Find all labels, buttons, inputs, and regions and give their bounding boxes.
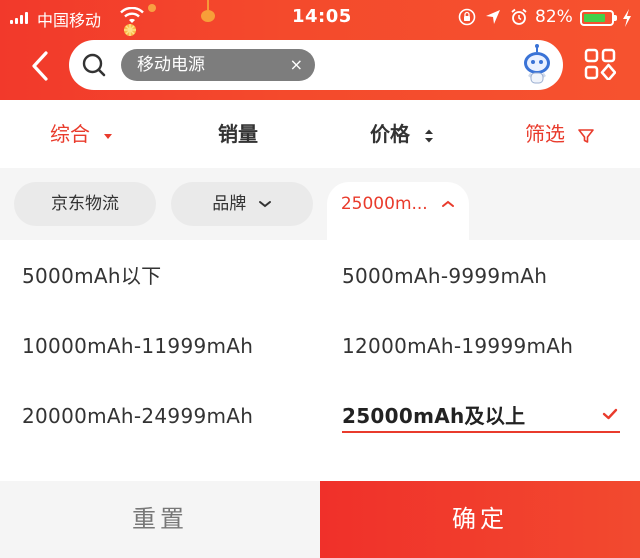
sort-updown-icon xyxy=(424,129,433,142)
sort-price-label: 价格 xyxy=(370,122,410,146)
chevron-down-icon xyxy=(258,201,271,208)
filter-chip-row: 京东物流 品牌 25000m... xyxy=(0,168,640,240)
confirm-button[interactable]: 确定 xyxy=(320,481,640,558)
chip-capacity[interactable]: 25000m... xyxy=(327,182,469,240)
chip-jd-logistics-label: 京东物流 xyxy=(51,194,119,214)
sort-comprehensive[interactable]: 综合 xyxy=(50,120,114,148)
signal-icon xyxy=(10,12,32,24)
festive-decoration-icon xyxy=(124,4,156,36)
checkmark-icon xyxy=(602,408,618,420)
sort-bar: 综合 销量 价格 筛选 xyxy=(0,100,640,168)
chip-brand-label: 品牌 xyxy=(212,194,247,214)
app-header: 中国移动 14:05 82% 移动电源 × xyxy=(0,0,640,100)
lantern-decoration-icon xyxy=(201,0,215,22)
status-icons xyxy=(458,7,528,27)
location-icon xyxy=(486,10,500,24)
back-arrow-icon[interactable] xyxy=(26,50,56,82)
funnel-icon xyxy=(578,128,595,143)
status-bar: 中国移动 14:05 82% xyxy=(0,0,640,34)
selected-option-underline xyxy=(342,431,620,433)
alarm-icon xyxy=(511,8,527,25)
grid-menu-icon[interactable] xyxy=(584,48,616,80)
clear-keyword-button[interactable]: × xyxy=(290,49,303,81)
filter-label: 筛选 xyxy=(525,122,565,146)
orientation-lock-icon xyxy=(458,8,476,26)
option-10000-11999[interactable]: 10000mAh-11999mAh xyxy=(22,331,253,361)
chevron-up-icon xyxy=(442,200,455,207)
chip-jd-logistics[interactable]: 京东物流 xyxy=(14,182,156,226)
carrier-name: 中国移动 xyxy=(37,11,102,30)
battery-percentage: 82% xyxy=(535,7,573,27)
sort-sales-label: 销量 xyxy=(218,122,258,146)
reset-button[interactable]: 重置 xyxy=(0,481,320,558)
search-bar[interactable]: 移动电源 × xyxy=(69,40,563,90)
search-keyword-chip[interactable]: 移动电源 × xyxy=(121,49,315,81)
search-keyword: 移动电源 xyxy=(137,55,205,75)
sort-comprehensive-label: 综合 xyxy=(50,122,90,146)
option-5000-9999[interactable]: 5000mAh-9999mAh xyxy=(342,261,547,291)
battery-icon xyxy=(580,10,617,26)
search-icon xyxy=(82,53,106,77)
option-20000-24999[interactable]: 20000mAh-24999mAh xyxy=(22,401,253,431)
option-12000-19999[interactable]: 12000mAh-19999mAh xyxy=(342,331,573,361)
caret-down-icon xyxy=(104,133,113,139)
option-25000-plus[interactable]: 25000mAh及以上 xyxy=(342,401,525,431)
status-time: 14:05 xyxy=(292,6,352,27)
filter-button[interactable]: 筛选 xyxy=(525,120,595,148)
chip-capacity-label: 25000m... xyxy=(340,194,428,214)
robot-assistant-icon[interactable] xyxy=(515,43,559,87)
charging-icon xyxy=(623,9,631,27)
option-under-5000[interactable]: 5000mAh以下 xyxy=(22,261,161,291)
capacity-options-panel: 5000mAh以下 5000mAh-9999mAh 10000mAh-11999… xyxy=(0,240,640,480)
sort-sales[interactable]: 销量 xyxy=(218,120,258,148)
sort-price[interactable]: 价格 xyxy=(370,120,435,148)
chip-brand[interactable]: 品牌 xyxy=(171,182,313,226)
